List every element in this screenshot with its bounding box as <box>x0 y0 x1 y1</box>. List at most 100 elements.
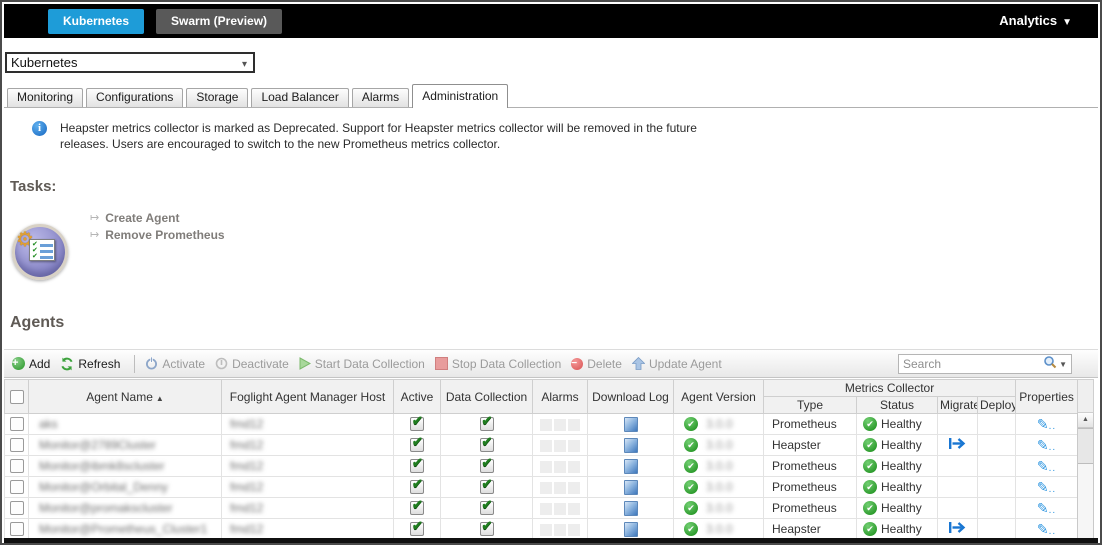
row-checkbox[interactable] <box>10 459 24 473</box>
row-checkbox[interactable] <box>10 480 24 494</box>
chevron-down-icon: ▼ <box>1062 17 1072 28</box>
version-ok-icon: ✔ <box>684 480 698 494</box>
agent-name-cell[interactable]: Monitor@Prometheus_Cluster1 <box>29 519 222 540</box>
download-log-icon[interactable] <box>624 417 638 432</box>
play-icon <box>299 357 311 370</box>
download-log-icon[interactable] <box>624 501 638 516</box>
properties-cell: ✎.. <box>1016 414 1078 435</box>
active-cell <box>394 519 441 540</box>
scroll-up-icon[interactable]: ▲ <box>1078 413 1093 428</box>
tab-storage[interactable]: Storage <box>186 88 248 107</box>
column-header-properties[interactable]: Properties <box>1016 380 1078 414</box>
edit-properties-icon[interactable]: ✎.. <box>1037 500 1056 516</box>
alarm-placeholder <box>540 482 552 494</box>
column-header-agent-version[interactable]: Agent Version <box>674 380 764 414</box>
row-checkbox[interactable] <box>10 522 24 536</box>
migrate-icon[interactable] <box>948 437 968 453</box>
agent-name-cell[interactable]: Monitor@ibmk8scluster <box>29 456 222 477</box>
update-agent-button[interactable]: Update Agent <box>632 357 722 371</box>
active-cell <box>394 435 441 456</box>
vertical-scrollbar[interactable]: ▲ <box>1077 413 1094 538</box>
column-header-agent-name[interactable]: Agent Name▲ <box>29 380 222 414</box>
data-collection-check-icon <box>480 522 494 536</box>
task-remove-prometheus[interactable]: ↦ Remove Prometheus <box>90 226 225 243</box>
edit-properties-icon[interactable]: ✎.. <box>1037 458 1056 474</box>
edit-properties-icon[interactable]: ✎.. <box>1037 416 1056 432</box>
active-check-icon <box>410 501 424 515</box>
agent-name-cell[interactable]: Monitor@2789Cluster <box>29 435 222 456</box>
analytics-menu[interactable]: Analytics▼ <box>999 4 1072 38</box>
search-icon[interactable] <box>1043 355 1057 374</box>
search-input[interactable] <box>899 357 1043 371</box>
select-all-checkbox[interactable] <box>10 390 24 404</box>
edit-properties-icon[interactable]: ✎.. <box>1037 437 1056 453</box>
column-header-deploy[interactable]: Deploy <box>978 397 1016 414</box>
collector-type-cell: Prometheus <box>764 477 857 498</box>
column-header-type[interactable]: Type <box>764 397 857 414</box>
refresh-button[interactable]: Refresh <box>60 357 120 371</box>
download-log-icon[interactable] <box>624 480 638 495</box>
edit-properties-icon[interactable]: ✎.. <box>1037 521 1056 537</box>
column-header-alarms[interactable]: Alarms <box>533 380 588 414</box>
row-checkbox-cell <box>5 477 29 498</box>
row-checkbox-cell <box>5 414 29 435</box>
service-selector-dropdown[interactable]: Kubernetes ▾ <box>5 52 255 73</box>
agent-name-cell[interactable]: Monitor@promakscluster <box>29 498 222 519</box>
product-tab-kubernetes[interactable]: Kubernetes <box>48 9 144 34</box>
column-header-host[interactable]: Foglight Agent Manager Host <box>222 380 394 414</box>
stop-icon <box>435 357 448 370</box>
row-checkbox[interactable] <box>10 438 24 452</box>
tasks-icon: ⚙ ✔ ✔ ✔ <box>12 224 68 280</box>
column-header-download-log[interactable]: Download Log <box>588 380 674 414</box>
scrollbar-thumb[interactable] <box>1078 428 1093 464</box>
row-checkbox-cell <box>5 435 29 456</box>
column-header-status[interactable]: Status <box>857 397 938 414</box>
alarm-placeholder <box>568 461 580 473</box>
row-checkbox[interactable] <box>10 417 24 431</box>
stop-data-collection-button[interactable]: Stop Data Collection <box>435 357 561 371</box>
alarm-placeholder <box>540 440 552 452</box>
agent-name-cell[interactable]: Monitor@Orbital_Denny <box>29 477 222 498</box>
delete-button[interactable]: − Delete <box>571 357 622 371</box>
tab-configurations[interactable]: Configurations <box>86 88 183 107</box>
start-data-collection-button[interactable]: Start Data Collection <box>299 357 425 371</box>
search-options-caret-icon[interactable]: ▼ <box>1059 360 1067 369</box>
migrate-icon[interactable] <box>948 521 968 537</box>
column-header-data-collection[interactable]: Data Collection <box>441 380 533 414</box>
task-create-agent[interactable]: ↦ Create Agent <box>90 209 225 226</box>
agent-name-cell[interactable]: aks <box>29 414 222 435</box>
row-checkbox[interactable] <box>10 501 24 515</box>
column-header-migrate[interactable]: Migrate <box>938 397 978 414</box>
healthy-icon: ✔ <box>863 417 877 431</box>
data-collection-check-icon <box>480 459 494 473</box>
download-log-icon[interactable] <box>624 459 638 474</box>
tab-monitoring[interactable]: Monitoring <box>7 88 83 107</box>
tab-load-balancer[interactable]: Load Balancer <box>251 88 348 107</box>
download-log-cell <box>588 456 674 477</box>
download-log-icon[interactable] <box>624 438 638 453</box>
version-ok-icon: ✔ <box>684 522 698 536</box>
start-data-collection-label: Start Data Collection <box>315 357 425 371</box>
agents-toolbar: + Add Refresh Activate Deactivate <box>4 349 1098 378</box>
alarms-cell <box>533 414 588 435</box>
download-log-cell <box>588 414 674 435</box>
power-icon <box>145 357 158 370</box>
agent-version-cell: ✔3.0.0 <box>674 456 764 477</box>
properties-cell: ✎.. <box>1016 498 1078 519</box>
tab-alarms[interactable]: Alarms <box>352 88 409 107</box>
activate-button[interactable]: Activate <box>145 357 205 371</box>
sort-ascending-icon: ▲ <box>156 394 164 403</box>
agent-version-cell: ✔3.0.0 <box>674 498 764 519</box>
column-header-active[interactable]: Active <box>394 380 441 414</box>
alarm-placeholder <box>554 503 566 515</box>
download-log-icon[interactable] <box>624 522 638 537</box>
collector-type-cell: Prometheus <box>764 498 857 519</box>
collector-type-cell: Prometheus <box>764 456 857 477</box>
add-button[interactable]: + Add <box>12 357 50 371</box>
collector-status-cell: ✔Healthy <box>857 498 938 519</box>
tab-administration[interactable]: Administration <box>412 84 508 108</box>
deactivate-button[interactable]: Deactivate <box>215 357 289 371</box>
product-tab-swarm[interactable]: Swarm (Preview) <box>156 9 282 34</box>
collector-type-cell: Heapster <box>764 519 857 540</box>
edit-properties-icon[interactable]: ✎.. <box>1037 479 1056 495</box>
